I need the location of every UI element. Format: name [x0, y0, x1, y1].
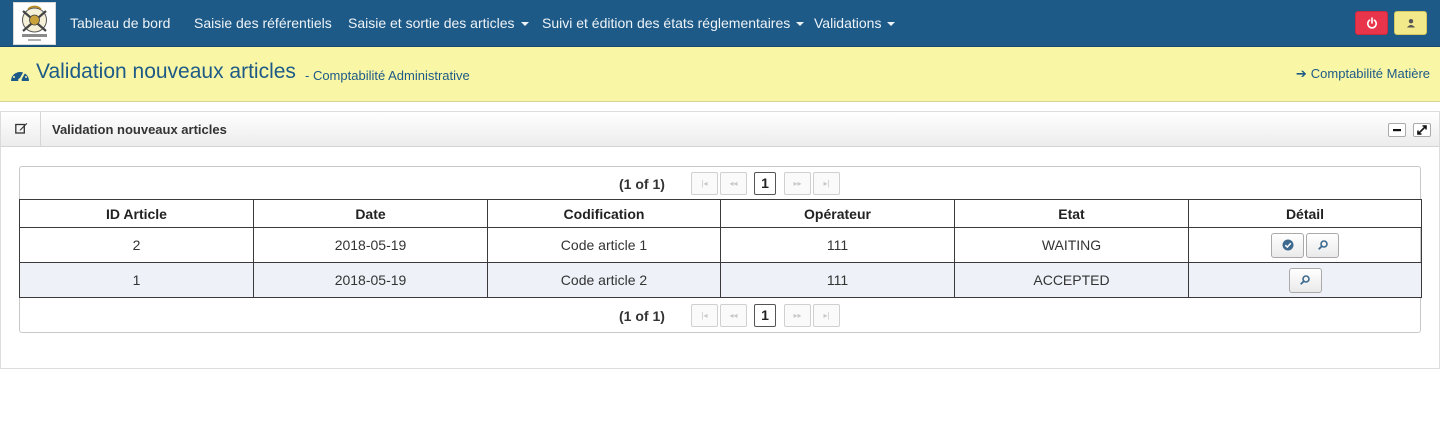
cell-operator: 111: [720, 227, 955, 263]
table-row[interactable]: 2 2018-05-19 Code article 1 111 WAITING: [19, 227, 1422, 263]
cell-date: 2018-05-19: [253, 262, 488, 298]
panel-header: Validation nouveaux articles: [1, 112, 1439, 147]
page-subtitle: - Comptabilité Administrative: [305, 68, 470, 83]
page-number-button[interactable]: 1: [754, 172, 776, 195]
nav-validations[interactable]: Validations: [814, 0, 896, 47]
nav-articles-io[interactable]: Saisie et sortie des articles: [348, 0, 529, 47]
cell-state: WAITING: [954, 227, 1189, 263]
check-circle-icon: [1282, 239, 1293, 251]
user-icon: [1406, 19, 1415, 28]
table-header-row: ID Article Date Codification Opérateur E…: [19, 199, 1422, 228]
panel-title: Validation nouveaux articles: [52, 122, 227, 137]
last-page-button[interactable]: ▸|: [813, 304, 840, 327]
col-header-codification[interactable]: Codification: [487, 199, 721, 228]
comptabilite-matiere-link[interactable]: ➔ Comptabilité Matière: [1296, 66, 1430, 82]
top-navbar: Tableau de bord Saisie des référentiels …: [0, 0, 1440, 47]
app-logo[interactable]: [13, 2, 56, 45]
cell-codification: Code article 1: [487, 227, 721, 263]
paginator-bottom: (1 of 1) |◂ ◂◂ 1 ▸▸ ▸|: [20, 299, 1420, 332]
arrow-right-icon: ➔: [1295, 66, 1307, 81]
logout-button[interactable]: [1355, 11, 1388, 35]
nav-referentials-label: Saisie des référentiels: [194, 15, 332, 31]
cell-detail: [1188, 227, 1422, 263]
col-header-id[interactable]: ID Article: [19, 199, 254, 228]
cell-id: 1: [19, 262, 254, 298]
expand-icon: [1417, 125, 1427, 135]
page-report: (1 of 1): [619, 176, 665, 192]
articles-table: ID Article Date Codification Opérateur E…: [19, 199, 1422, 298]
view-detail-button[interactable]: [1306, 232, 1339, 258]
paginator-top: (1 of 1) |◂ ◂◂ 1 ▸▸ ▸|: [20, 167, 1420, 200]
cell-detail: [1188, 262, 1422, 298]
nav-dashboard-label: Tableau de bord: [70, 15, 171, 31]
cell-codification: Code article 2: [487, 262, 721, 298]
edit-icon: [15, 123, 28, 134]
zoom-icon: [1317, 240, 1328, 250]
page-title: Validation nouveaux articles: [36, 60, 296, 83]
cell-id: 2: [19, 227, 254, 263]
validate-button[interactable]: [1271, 232, 1304, 258]
nav-articles-io-label: Saisie et sortie des articles: [348, 15, 515, 31]
col-header-date[interactable]: Date: [253, 199, 488, 228]
col-header-operator[interactable]: Opérateur: [720, 199, 955, 228]
col-header-state[interactable]: Etat: [954, 199, 1189, 228]
caret-down-icon: [520, 22, 529, 27]
collapse-button[interactable]: [1388, 123, 1406, 137]
nav-validations-label: Validations: [814, 15, 882, 31]
cell-state: ACCEPTED: [954, 262, 1189, 298]
nav-dashboard[interactable]: Tableau de bord: [70, 0, 170, 47]
col-header-detail: Détail: [1188, 199, 1422, 228]
first-page-button[interactable]: |◂: [691, 172, 718, 195]
dashboard-icon: [9, 65, 31, 88]
minus-icon: [1393, 129, 1401, 132]
last-page-button[interactable]: ▸|: [813, 172, 840, 195]
page-number-button[interactable]: 1: [754, 304, 776, 327]
table-row[interactable]: 1 2018-05-19 Code article 2 111 ACCEPTED: [19, 262, 1422, 298]
nav-regulatory-reports-label: Suivi et édition des états réglementaire…: [542, 15, 791, 31]
user-menu-button[interactable]: [1394, 11, 1427, 35]
page-report: (1 of 1): [619, 308, 665, 324]
previous-page-button[interactable]: ◂◂: [720, 172, 747, 195]
next-page-button[interactable]: ▸▸: [784, 172, 811, 195]
cell-date: 2018-05-19: [253, 227, 488, 263]
previous-page-button[interactable]: ◂◂: [720, 304, 747, 327]
articles-datatable: (1 of 1) |◂ ◂◂ 1 ▸▸ ▸| ID Article Date C…: [19, 166, 1422, 333]
first-page-button[interactable]: |◂: [691, 304, 718, 327]
caret-down-icon: [887, 22, 896, 27]
view-detail-button[interactable]: [1288, 267, 1322, 293]
next-page-button[interactable]: ▸▸: [784, 304, 811, 327]
power-icon: [1366, 17, 1377, 29]
nav-regulatory-reports[interactable]: Suivi et édition des états réglementaire…: [542, 0, 805, 47]
zoom-icon: [1300, 275, 1310, 285]
caret-down-icon: [796, 22, 805, 27]
comptabilite-matiere-label: Comptabilité Matière: [1310, 66, 1430, 81]
expand-button[interactable]: [1413, 123, 1431, 137]
nav-referentials[interactable]: Saisie des référentiels: [194, 0, 332, 47]
cell-operator: 111: [720, 262, 955, 298]
panel-icon-box: [1, 112, 41, 147]
